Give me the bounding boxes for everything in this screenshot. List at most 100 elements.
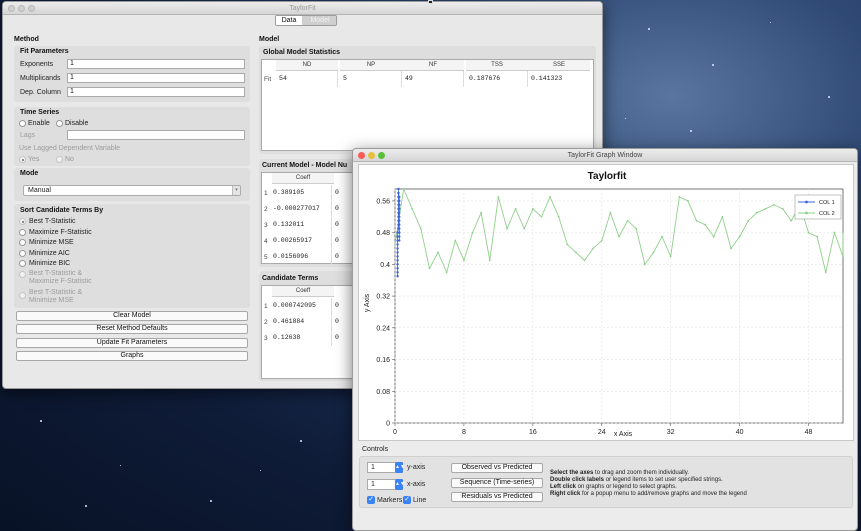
data-point [764,207,767,210]
observed-vs-predicted-button[interactable]: Observed vs Predicted [451,463,543,473]
help-line: Double click labels or legend items to s… [550,477,723,483]
sort-option-label: Best T-Statistic [29,218,76,225]
sort-option-radio[interactable] [19,218,26,225]
reset-method-defaults-button[interactable]: Reset Method Defaults [16,324,248,334]
data-point [396,275,399,278]
sort-option-label: Maximize F-Statistic [29,229,92,236]
close-window-button[interactable] [358,152,365,159]
data-point [730,247,732,250]
data-point [396,263,399,266]
enable-radio[interactable] [19,120,26,127]
y-axis[interactable]: 0 0.08 0.16 0.24 0.32 0.4 0.48 0.56 [376,198,395,428]
row-label: Fit [264,76,272,83]
chart-svg[interactable]: Taylorfit 0 0.08 0.16 0.24 0.32 0.4 0.48 0.56 0… [359,165,855,442]
close-window-button[interactable] [8,5,15,12]
data-point [721,215,724,218]
stats-cell: 0.141323 [531,75,563,82]
coeff-cell: -0.000277017 [270,201,332,217]
sort-heading: Sort Candidate Terms By [20,207,104,214]
data-point [398,223,401,226]
y-axis-label[interactable]: y Axis [364,293,371,312]
minimize-window-button[interactable] [18,5,25,12]
zoom-window-button[interactable] [28,5,35,12]
time-series-heading: Time Series [20,109,60,116]
stats-cell: 0.187676 [466,71,528,87]
y-axis-label-control: y-axis [407,464,426,471]
data-point [480,211,483,214]
data-point [583,259,586,262]
data-point [755,211,758,214]
chart-legend[interactable]: COL 1 COL 2 [794,194,842,220]
sort-option-radio[interactable] [19,239,26,246]
data-point [497,196,500,198]
yes-radio[interactable] [19,156,26,163]
coeff-cell: 0.000742095 [270,298,332,314]
sort-option-radio[interactable] [19,292,26,299]
line-label: Line [413,497,427,504]
clear-model-button[interactable]: Clear Model [16,311,248,321]
data-point [557,215,560,218]
data-point [419,227,422,230]
graphs-button[interactable]: Graphs [16,351,248,361]
dep-column-field[interactable]: 1 [67,87,245,97]
graph-titlebar: TaylorFit Graph Window [353,149,857,162]
current-model-table: Coeff 1 0.389105 0 2 -0.000277017 0 3 0.… [261,172,354,265]
desktop-star [300,440,302,442]
x-axis[interactable]: 0 8 16 24 32 40 48 [393,423,813,436]
coeff-cell: 0.389105 [270,185,332,201]
y-axis-stepper[interactable]: 1 ▲▼ [367,462,405,473]
data-point [398,239,401,242]
x-axis-stepper[interactable]: 1 ▲▼ [367,479,405,490]
no-radio[interactable] [56,156,63,163]
exponents-field[interactable]: 1 [67,59,245,69]
tab-model[interactable]: Model [302,16,336,25]
use-lagged-label: Use Lagged Dependent Variable [19,145,121,152]
window-title: TaylorFit [289,5,316,12]
markers-checkbox[interactable]: ✓ [367,496,375,504]
data-point [437,251,439,254]
sequence-time-series-button[interactable]: Sequence (Time-series) [451,478,543,488]
term-cell: 0 [335,205,339,212]
data-point [411,207,414,210]
multiplicands-field[interactable]: 1 [67,73,245,83]
lags-field[interactable] [67,130,245,140]
update-fit-parameters-button[interactable]: Update Fit Parameters [16,338,248,348]
current-model-heading: Current Model - Model Nu [262,162,348,169]
data-point [398,235,401,238]
zoom-window-button[interactable] [378,152,385,159]
graph-window-title: TaylorFit Graph Window [567,152,643,159]
x-axis-label[interactable]: x Axis [614,431,633,438]
chart-title[interactable]: Taylorfit [588,171,627,182]
disable-radio[interactable] [56,120,63,127]
stepper-arrows-icon[interactable]: ▲▼ [395,479,405,490]
desktop-star [625,118,626,119]
mode-select[interactable]: Manual ▾ [23,185,241,196]
sort-option-radio[interactable] [19,250,26,257]
data-point [396,247,399,250]
sort-option-radio[interactable] [19,229,26,236]
row-number: 3 [264,335,268,342]
y-axis-value: 1 [371,464,375,471]
sort-option-radio[interactable] [19,271,26,278]
data-point [712,235,715,238]
sort-option-label: Maximize F-Statistic [29,278,92,285]
data-point [575,251,577,254]
help-line: Select the axes to drag and zoom them in… [550,470,689,476]
candidate-terms-heading: Candidate Terms [262,275,319,282]
data-point [773,203,775,206]
method-heading: Method [14,36,39,43]
tab-data[interactable]: Data [276,16,302,25]
sort-option-radio[interactable] [19,260,26,267]
chart-area[interactable]: Taylorfit 0 0.08 0.16 0.24 0.32 0.4 0.48 0.56 0… [358,164,854,441]
no-label: No [65,156,74,163]
data-point [842,231,844,234]
multiplicands-label: Multiplicands [20,75,61,82]
row-number: 3 [264,222,268,229]
coeff-cell: 0.00265917 [270,233,332,249]
line-checkbox[interactable]: ✓ [403,496,411,504]
residuals-vs-predicted-button[interactable]: Residuals vs Predicted [451,492,543,502]
stepper-arrows-icon[interactable]: ▲▼ [395,462,405,473]
minimize-window-button[interactable] [368,152,375,159]
sort-option-label: Minimize AIC [29,250,70,257]
x-tick-label: 0 [393,429,397,436]
